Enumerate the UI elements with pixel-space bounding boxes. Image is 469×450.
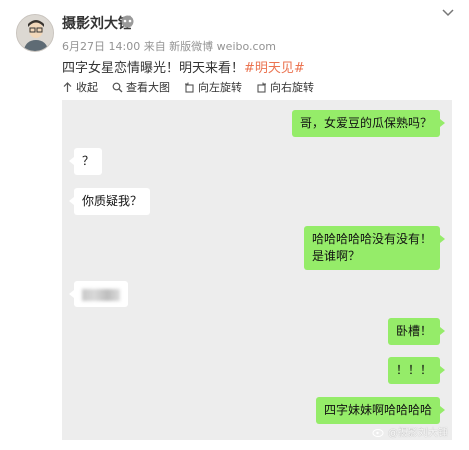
message-text: ？ — [82, 154, 95, 168]
message-text: 是谁啊？ — [311, 249, 360, 263]
message-bubble: ！！！ — [387, 357, 446, 384]
vip-icon — [121, 15, 134, 28]
hashtag-link[interactable]: #明天见# — [244, 61, 305, 76]
rotate-left-label: 向左旋转 — [198, 81, 242, 94]
message-bubble: 哥，女爱豆的瓜保熟吗？ — [291, 110, 446, 137]
message-bubble: 卧槽！ — [387, 318, 446, 345]
post-header: 摄影刘大锤 6月27日 14:00 来自 新版微博 weibo.com 四字女星… — [0, 0, 469, 76]
image-toolbar: 收起 查看大图 向左旋转 向右旋转 — [62, 77, 314, 97]
watermark: @摄影刘大锤 — [372, 424, 448, 439]
more-icon[interactable] — [441, 8, 455, 18]
message-text: 你质疑我？ — [82, 194, 143, 208]
collapse-button[interactable]: 收起 — [62, 79, 98, 95]
message-bubble: 四字妹妹啊哈哈哈哈 — [315, 397, 446, 424]
rotate-right-icon — [257, 82, 266, 93]
collapse-label: 收起 — [76, 81, 98, 94]
weibo-icon — [372, 428, 384, 437]
chat-screenshot-image[interactable]: 哥，女爱豆的瓜保熟吗？ ？ 你质疑我？ 哈哈哈哈哈没有没有！ 是谁啊？ 卧槽！ … — [62, 100, 452, 440]
view-large-button[interactable]: 查看大图 — [112, 79, 170, 95]
post-body: 四字女星恋情曝光！明天来看！ — [62, 61, 245, 76]
message-bubble: ？ — [68, 148, 103, 175]
rotate-left-button[interactable]: 向左旋转 — [184, 79, 242, 95]
message-text: 哥，女爱豆的瓜保熟吗？ — [299, 116, 432, 130]
view-large-label: 查看大图 — [126, 81, 170, 94]
watermark-text: @摄影刘大锤 — [388, 428, 448, 439]
message-bubble — [69, 281, 128, 307]
avatar-illustration — [17, 15, 53, 51]
message-bubble: 你质疑我？ — [68, 188, 151, 215]
rotate-right-label: 向右旋转 — [270, 81, 314, 94]
collapse-icon — [63, 81, 72, 92]
blurred-name — [82, 288, 120, 301]
post-text: 四字女星恋情曝光！明天来看！#明天见# — [62, 57, 305, 76]
message-text: 哈哈哈哈哈没有没有！ — [311, 232, 432, 246]
zoom-icon — [112, 82, 123, 92]
rotate-right-button[interactable]: 向右旋转 — [256, 79, 314, 95]
message-text: ！！！ — [395, 363, 432, 377]
message-bubble: 哈哈哈哈哈没有没有！ 是谁啊？ — [303, 226, 446, 270]
avatar[interactable] — [16, 14, 54, 52]
rotate-left-icon — [185, 82, 194, 93]
message-text: 四字妹妹啊哈哈哈哈 — [323, 403, 432, 417]
post-meta: 6月27日 14:00 来自 新版微博 weibo.com — [62, 40, 277, 53]
message-text: 卧槽！ — [395, 324, 432, 338]
